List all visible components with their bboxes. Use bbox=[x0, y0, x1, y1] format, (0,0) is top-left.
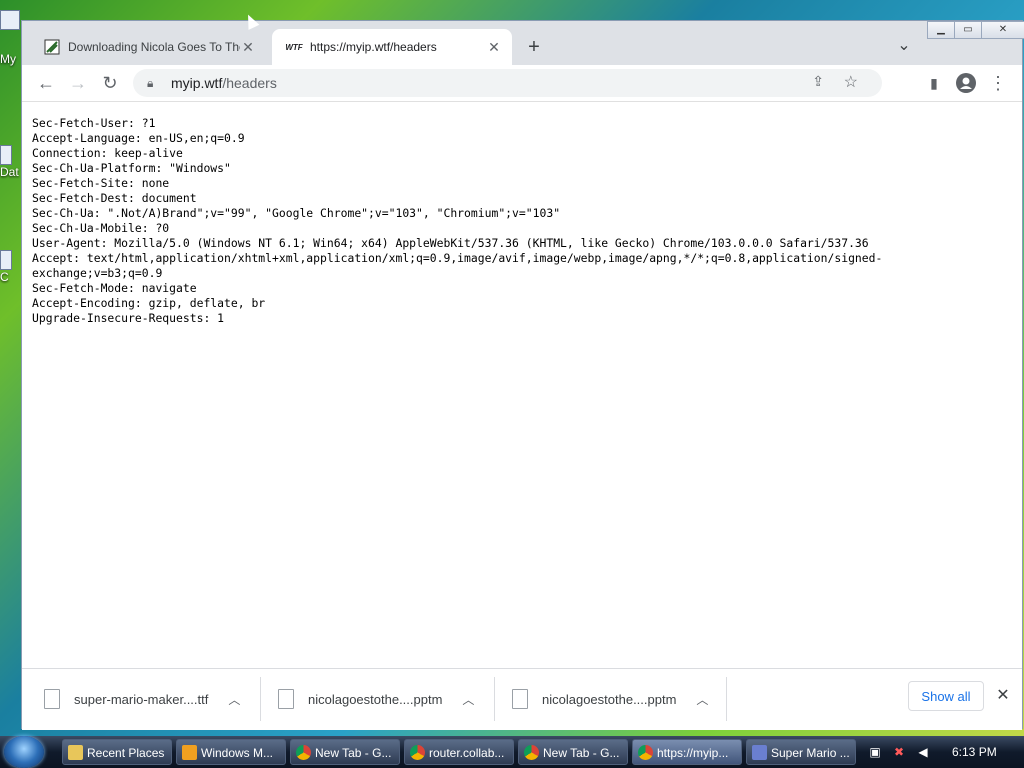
folder-icon bbox=[68, 745, 83, 760]
chrome-icon bbox=[524, 745, 539, 760]
menu-icon[interactable]: ⋮ bbox=[986, 71, 1010, 95]
address-bar[interactable]: 🔒︎ myip.wtf/headers ⇪ ☆ bbox=[133, 69, 882, 97]
address-url[interactable]: myip.wtf/headers bbox=[171, 75, 277, 91]
start-button[interactable] bbox=[4, 736, 44, 768]
download-filename: super-mario-maker....ttf bbox=[74, 691, 209, 707]
tab-search-chevron-icon[interactable]: ⌄ bbox=[894, 35, 914, 55]
desktop-icon-data[interactable]: Dat bbox=[0, 145, 22, 179]
shortcut-icon bbox=[0, 250, 12, 270]
header-line: User-Agent: Mozilla/5.0 (Windows NT 6.1;… bbox=[32, 236, 869, 250]
page-content: Sec-Fetch-User: ?1 Accept-Language: en-U… bbox=[22, 101, 1022, 668]
header-line: Connection: keep-alive bbox=[32, 146, 183, 160]
folder-icon bbox=[0, 145, 12, 165]
taskbar-label: New Tab - G... bbox=[543, 746, 620, 760]
download-filename: nicolagoestothe....pptm bbox=[542, 691, 677, 707]
window-controls: ▁ ▭ ✕ bbox=[927, 21, 1024, 39]
taskbar-item[interactable]: router.collab... bbox=[404, 739, 514, 765]
desktop-icon-shortcut[interactable]: C bbox=[0, 250, 22, 284]
system-tray: ▣ ✖ ◀ 6:13 PM bbox=[862, 736, 1024, 768]
header-line: Accept-Encoding: gzip, deflate, br bbox=[32, 296, 266, 310]
divider bbox=[494, 677, 495, 721]
header-line: exchange;v=b3;q=0.9 bbox=[32, 266, 163, 280]
show-all-button[interactable]: Show all bbox=[908, 681, 984, 711]
header-line: Sec-Fetch-Dest: document bbox=[32, 191, 197, 205]
taskbar-label: New Tab - G... bbox=[315, 746, 392, 760]
download-item[interactable]: super-mario-maker....ttf ︿ bbox=[44, 681, 240, 717]
chrome-icon bbox=[410, 745, 425, 760]
header-line: Sec-Fetch-Site: none bbox=[32, 176, 170, 190]
tab-downloading[interactable]: Downloading Nicola Goes To The ✕ bbox=[30, 29, 266, 65]
tab-close-icon[interactable]: ✕ bbox=[486, 39, 502, 55]
download-bar: super-mario-maker....ttf ︿ nicolagoestot… bbox=[22, 668, 1022, 730]
chevron-up-icon[interactable]: ︿ bbox=[462, 691, 474, 708]
taskbar-item-active[interactable]: https://myip... bbox=[632, 739, 742, 765]
taskbar-label: Recent Places bbox=[87, 746, 165, 760]
header-line: Sec-Fetch-Mode: navigate bbox=[32, 281, 197, 295]
forward-icon[interactable]: → bbox=[66, 71, 90, 95]
file-icon bbox=[278, 689, 294, 709]
desktop-icon-label: Dat bbox=[0, 165, 19, 179]
tab-title: Downloading Nicola Goes To The bbox=[68, 40, 240, 54]
download-filename: nicolagoestothe....pptm bbox=[308, 691, 443, 707]
tab-title: https://myip.wtf/headers bbox=[310, 40, 437, 54]
clock[interactable]: 6:13 PM bbox=[952, 745, 997, 759]
side-panel-icon[interactable]: ▮ bbox=[922, 71, 946, 95]
lock-icon[interactable]: 🔒︎ bbox=[147, 76, 161, 91]
chevron-up-icon[interactable]: ︿ bbox=[696, 691, 708, 708]
tab-myip-headers[interactable]: WTF https://myip.wtf/headers ✕ bbox=[272, 29, 512, 65]
taskbar-item[interactable]: Recent Places bbox=[62, 739, 172, 765]
browser-toolbar: ← → ↻ 🔒︎ myip.wtf/headers ⇪ ☆ ▮ ⋮ bbox=[22, 65, 1022, 101]
taskbar-item[interactable]: Super Mario ... bbox=[746, 739, 856, 765]
header-line: Sec-Ch-Ua-Mobile: ?0 bbox=[32, 221, 170, 235]
security-alert-icon[interactable]: ✖ bbox=[892, 745, 906, 759]
close-icon[interactable]: ✕ bbox=[994, 687, 1012, 705]
taskbar: Recent Places Windows M... New Tab - G..… bbox=[0, 736, 1024, 768]
download-item[interactable]: nicolagoestothe....pptm ︿ bbox=[512, 681, 708, 717]
taskbar-label: Super Mario ... bbox=[771, 746, 850, 760]
tab-close-icon[interactable]: ✕ bbox=[240, 39, 256, 55]
header-line: Accept: text/html,application/xhtml+xml,… bbox=[32, 251, 883, 265]
media-icon bbox=[182, 745, 197, 760]
back-icon[interactable]: ← bbox=[34, 71, 58, 95]
chrome-icon bbox=[638, 745, 653, 760]
minimize-icon[interactable]: ▁ bbox=[927, 21, 955, 39]
network-icon[interactable]: ▣ bbox=[868, 745, 882, 759]
file-icon bbox=[512, 689, 528, 709]
reload-icon[interactable]: ↻ bbox=[98, 71, 122, 95]
maximize-icon[interactable]: ▭ bbox=[954, 21, 982, 39]
download-item[interactable]: nicolagoestothe....pptm ︿ bbox=[278, 681, 474, 717]
tab-strip: Downloading Nicola Goes To The ✕ WTF htt… bbox=[22, 21, 1024, 65]
taskbar-item[interactable]: Windows M... bbox=[176, 739, 286, 765]
font-file-icon bbox=[44, 689, 60, 709]
profile-icon[interactable] bbox=[954, 71, 978, 95]
taskbar-label: https://myip... bbox=[657, 746, 729, 760]
wtf-favicon: WTF bbox=[285, 42, 303, 52]
desktop-icon-label: C bbox=[0, 270, 9, 284]
taskbar-item[interactable]: New Tab - G... bbox=[290, 739, 400, 765]
new-tab-icon[interactable]: + bbox=[522, 35, 546, 59]
volume-icon[interactable]: ◀ bbox=[916, 745, 930, 759]
header-line: Sec-Ch-Ua-Platform: "Windows" bbox=[32, 161, 231, 175]
browser-window: Downloading Nicola Goes To The ✕ WTF htt… bbox=[21, 20, 1024, 730]
chrome-icon bbox=[296, 745, 311, 760]
header-line: Upgrade-Insecure-Requests: 1 bbox=[32, 311, 225, 325]
close-window-icon[interactable]: ✕ bbox=[981, 21, 1024, 39]
header-line: Sec-Ch-Ua: ".Not/A)Brand";v="99", "Googl… bbox=[32, 206, 561, 220]
download-favicon bbox=[44, 39, 60, 55]
headers-text: Sec-Fetch-User: ?1 Accept-Language: en-U… bbox=[22, 102, 1022, 326]
chevron-up-icon[interactable]: ︿ bbox=[228, 691, 240, 708]
taskbar-label: router.collab... bbox=[429, 746, 505, 760]
header-line: Accept-Language: en-US,en;q=0.9 bbox=[32, 131, 245, 145]
taskbar-label: Windows M... bbox=[201, 746, 274, 760]
star-icon[interactable]: ☆ bbox=[844, 72, 858, 92]
divider bbox=[260, 677, 261, 721]
header-line: Sec-Fetch-User: ?1 bbox=[32, 116, 156, 130]
divider bbox=[726, 677, 727, 721]
desktop-icon-label: My bbox=[0, 52, 16, 66]
app-icon bbox=[752, 745, 767, 760]
computer-icon bbox=[0, 10, 20, 30]
taskbar-item[interactable]: New Tab - G... bbox=[518, 739, 628, 765]
desktop-icon-computer[interactable]: My bbox=[0, 10, 22, 66]
share-icon[interactable]: ⇪ bbox=[812, 73, 824, 90]
